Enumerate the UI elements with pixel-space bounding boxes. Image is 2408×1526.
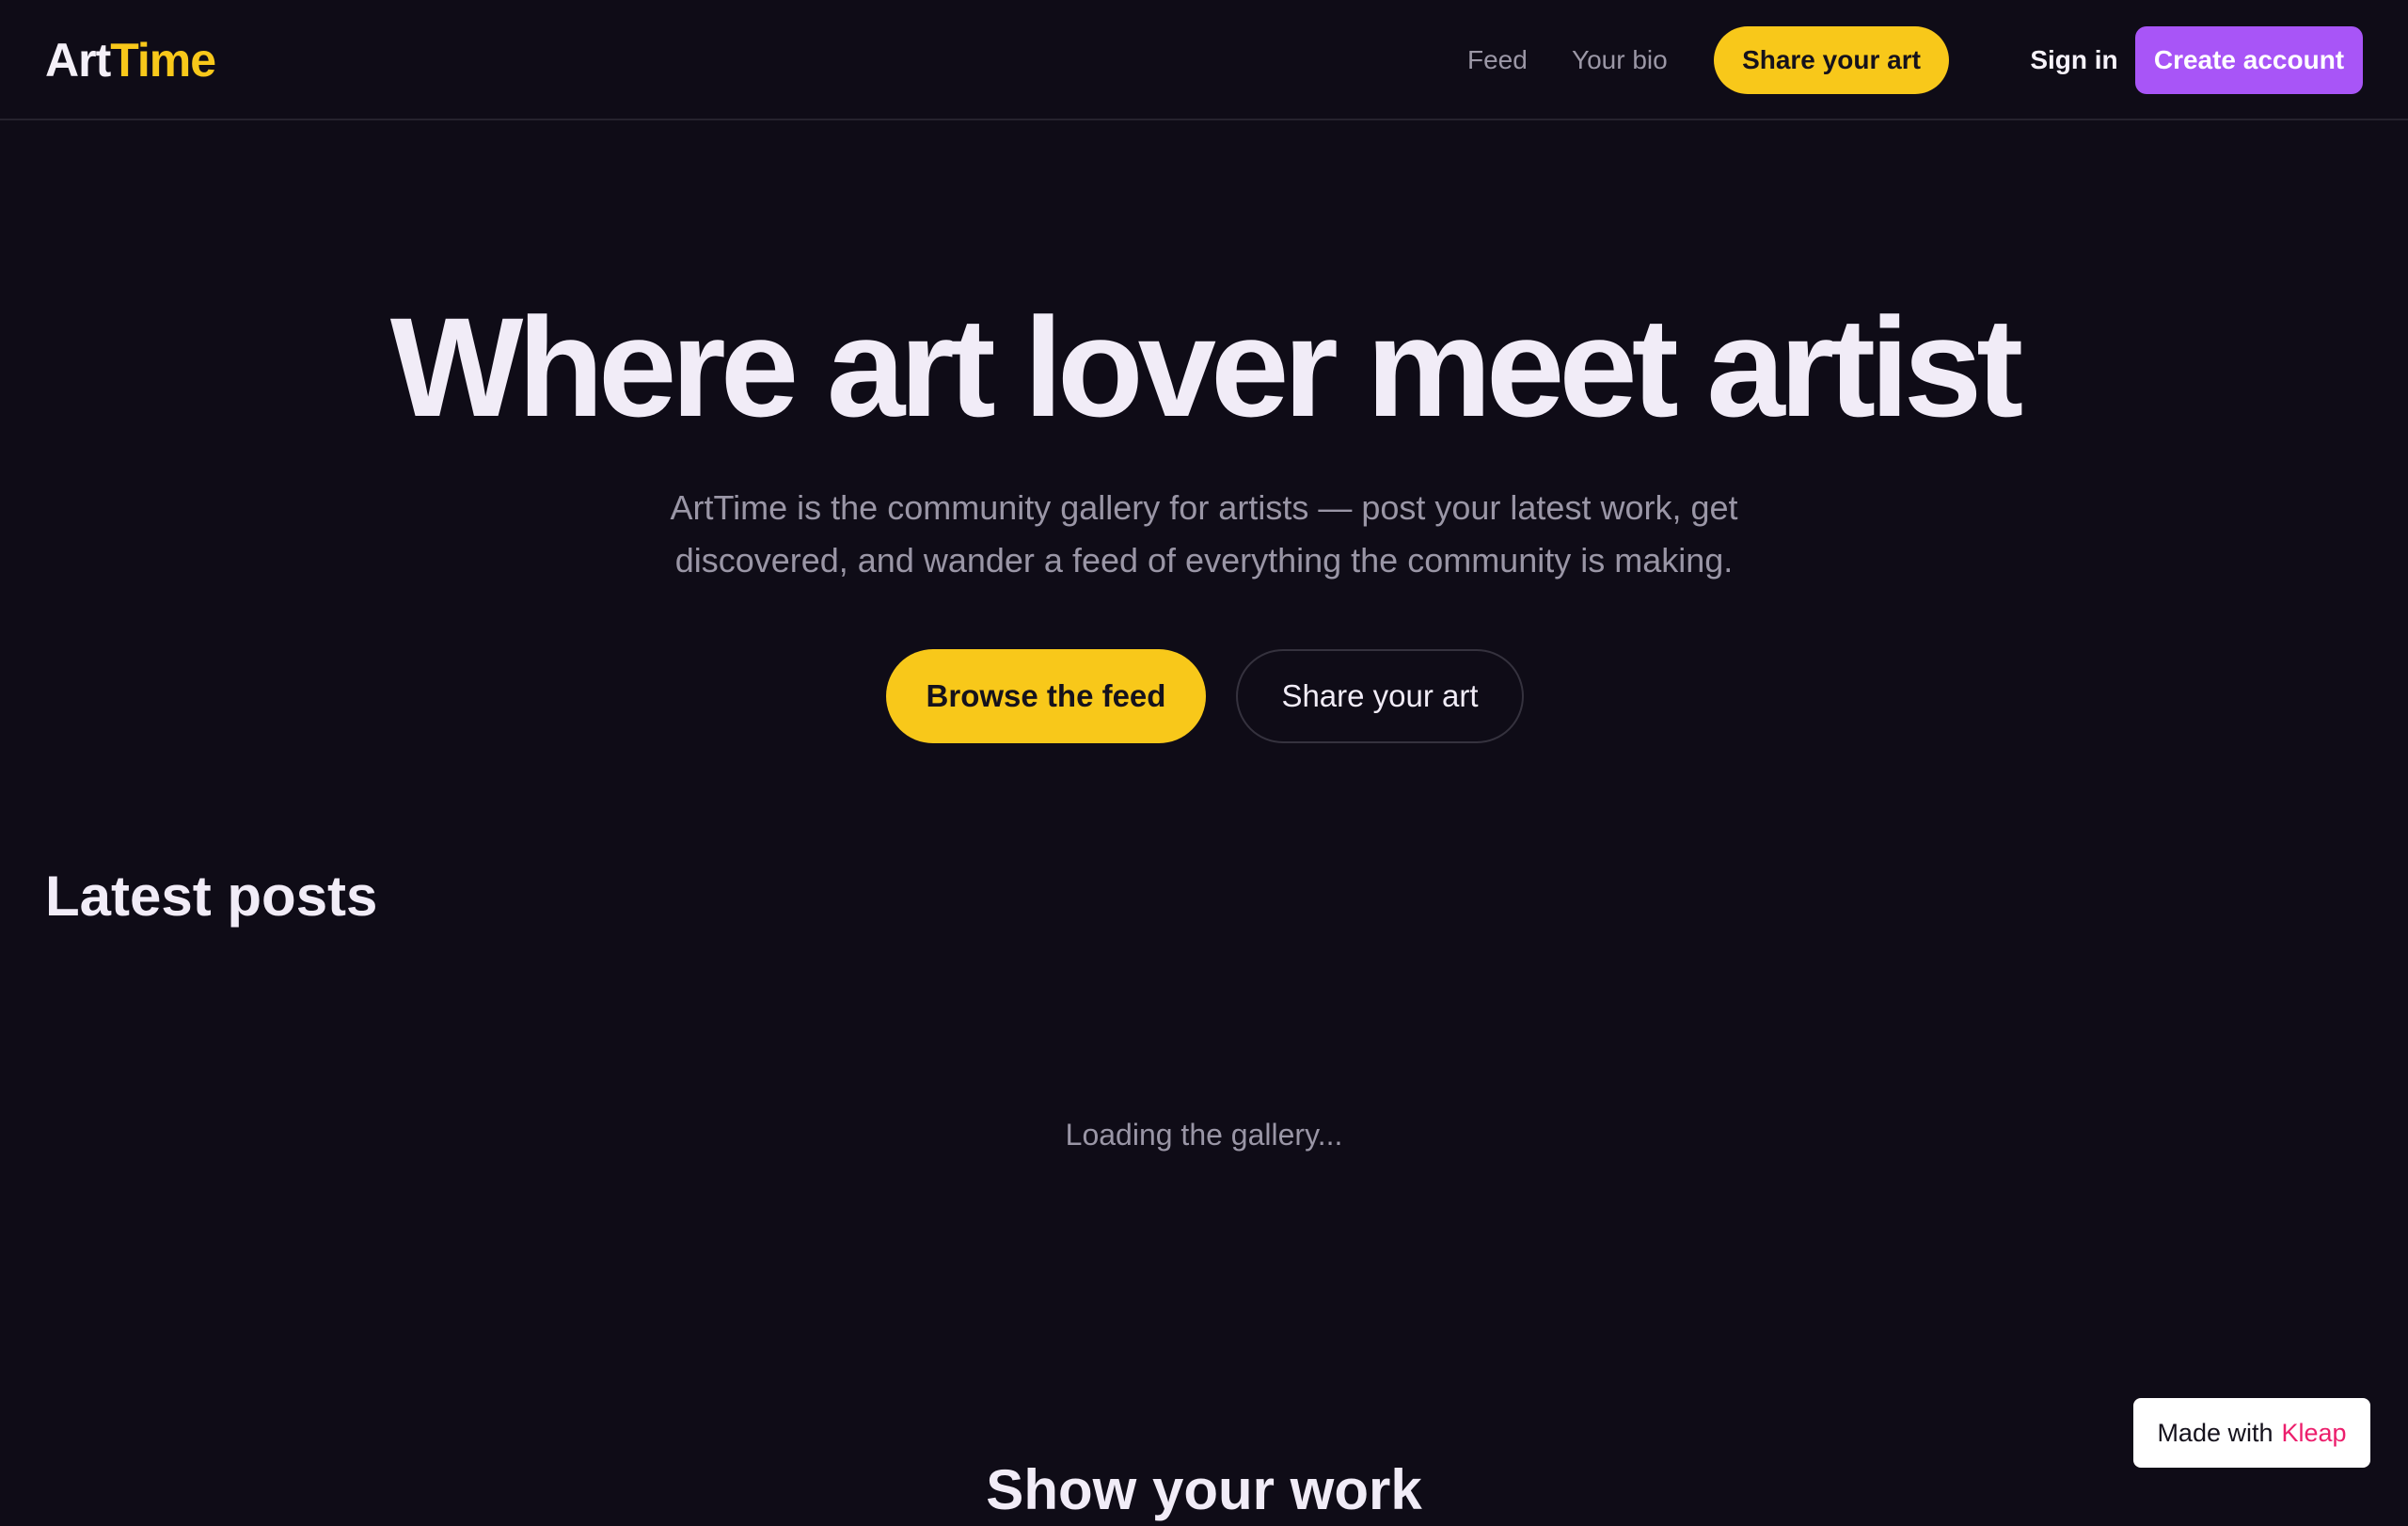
made-with-kleap-badge[interactable]: Made with Kleap — [2133, 1398, 2370, 1468]
hero-subtitle: ArtTime is the community gallery for art… — [640, 482, 1768, 587]
browse-feed-button[interactable]: Browse the feed — [886, 649, 1206, 743]
show-your-work-heading: Show your work — [986, 1458, 1422, 1521]
top-navbar: ArtTime Feed Your bio Share your art Sig… — [0, 0, 2408, 120]
latest-posts-heading: Latest posts — [45, 865, 378, 928]
hero-subtitle-line-1: ArtTime is the community gallery for art… — [670, 488, 1738, 527]
share-your-art-button[interactable]: Share your art — [1714, 26, 1949, 94]
nav-link-your-bio[interactable]: Your bio — [1572, 41, 1668, 79]
arttime-logo[interactable]: ArtTime — [45, 32, 216, 88]
create-account-button[interactable]: Create account — [2135, 26, 2363, 94]
share-your-art-hero-button[interactable]: Share your art — [1236, 649, 1524, 743]
hero-subtitle-line-2: discovered, and wander a feed of everyth… — [674, 541, 1734, 580]
hero-title: Where art lover meet artist — [389, 288, 2023, 446]
logo-text-time: Time — [110, 34, 216, 87]
logo-text-art: Art — [45, 34, 111, 87]
gallery-loading-text: Loading the gallery... — [1065, 1118, 1343, 1152]
nav-link-feed[interactable]: Feed — [1467, 41, 1528, 79]
badge-brand: Kleap — [2281, 1418, 2347, 1447]
badge-prefix: Made with — [2157, 1418, 2273, 1447]
sign-in-button[interactable]: Sign in — [2004, 26, 2145, 94]
